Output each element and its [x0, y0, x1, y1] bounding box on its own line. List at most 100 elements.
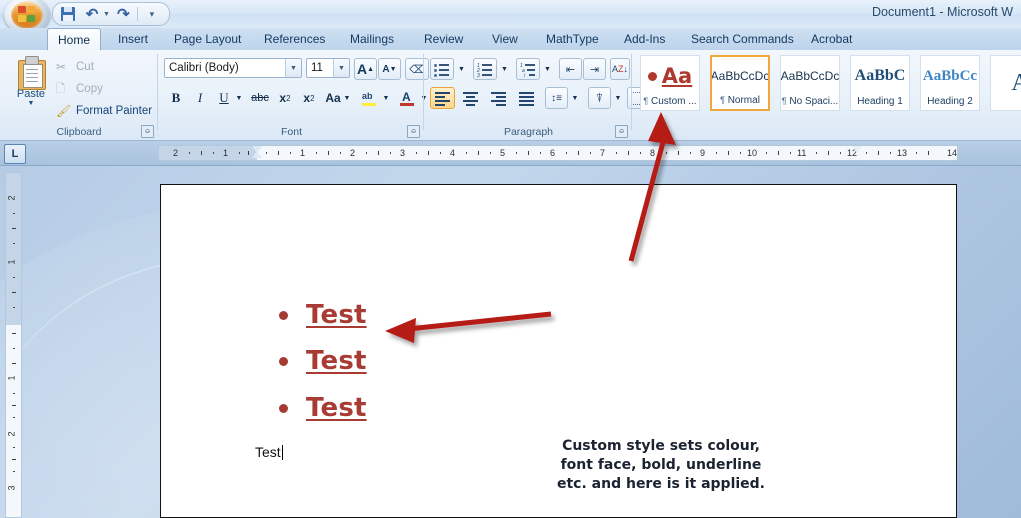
qat-divider [136, 7, 138, 21]
copy-label: Copy [76, 83, 103, 95]
align-center-icon [463, 92, 478, 106]
multilevel-list-icon: 1 a i [520, 63, 536, 79]
superscript-button[interactable]: x2 [298, 87, 320, 109]
copy-button[interactable]: 🗋 Copy [56, 80, 103, 98]
style-normal-label: ¶ Normal [720, 95, 760, 106]
ribbon: Paste ▼ ✂ Cut 🗋 Copy 🖌 Format Painter Cl… [0, 50, 1021, 141]
tab-mathtype[interactable]: MathType [536, 29, 609, 50]
plain-paragraph[interactable]: Test [255, 444, 284, 460]
highlight-dropdown-icon[interactable]: ▼ [380, 87, 392, 109]
hanging-indent-marker[interactable] [252, 151, 262, 158]
paragraph-dialog-launcher-icon[interactable]: ⎉ [615, 125, 628, 138]
font-size-dropdown-icon[interactable]: ▼ [333, 59, 349, 77]
style-heading-2-preview: AaBbCc [922, 67, 978, 84]
underline-button[interactable]: U [213, 87, 235, 109]
style-no-spacing-preview: AaBbCcDc [781, 69, 839, 83]
bullet-icon [279, 310, 288, 320]
horizontal-ruler[interactable]: 2 1 1 2 3 4 5 6 7 8 9 10 11 12 13 14 [158, 145, 958, 161]
save-icon[interactable] [57, 5, 79, 23]
style-custom[interactable]: Aa ¶ Custom ... [640, 55, 700, 111]
redo-icon[interactable]: ↶ [112, 5, 134, 23]
cut-button[interactable]: ✂ Cut [56, 58, 94, 76]
line-spacing-dropdown-icon[interactable]: ▼ [569, 87, 581, 109]
sort-button[interactable]: AZ↓ [610, 58, 630, 80]
paste-dropdown-icon[interactable]: ▼ [28, 100, 35, 107]
font-color-button[interactable]: A [396, 87, 418, 109]
format-painter-button[interactable]: 🖌 Format Painter [56, 102, 152, 120]
multilevel-dropdown-icon[interactable]: ▼ [541, 58, 554, 80]
group-paragraph: ▼ 1 2 3 ▼ 1 a i ▼ ⇤ ⇥ AZ↓ ↕≡ ▼ ⍒ ▼ Parag… [425, 50, 651, 140]
align-center-button[interactable] [458, 87, 483, 109]
paste-label: Paste [16, 88, 46, 100]
tab-mailings[interactable]: Mailings [340, 29, 404, 50]
font-size-input[interactable]: 11 ▼ [306, 58, 350, 78]
tab-acrobat[interactable]: Acrobat [801, 29, 862, 50]
align-left-button[interactable] [430, 87, 455, 109]
style-heading-2[interactable]: AaBbCc Heading 2 [920, 55, 980, 111]
right-indent-marker[interactable] [852, 146, 862, 153]
multilevel-list-button[interactable]: 1 a i [516, 58, 540, 80]
tab-view[interactable]: View [482, 29, 528, 50]
vertical-ruler[interactable]: 2 1 1 2 3 [5, 172, 22, 518]
decrease-indent-button[interactable]: ⇤ [559, 58, 582, 80]
shading-button[interactable]: ⍒ [588, 87, 611, 109]
justify-button[interactable] [514, 87, 539, 109]
bullets-button[interactable] [430, 58, 454, 80]
numbering-dropdown-icon[interactable]: ▼ [498, 58, 511, 80]
ruler-band: L 2 1 1 2 3 4 5 6 7 8 9 10 11 12 13 14 [0, 141, 1021, 166]
tab-home[interactable]: Home [47, 28, 102, 51]
align-right-button[interactable] [486, 87, 511, 109]
font-name-input[interactable]: Calibri (Body) ▼ [164, 58, 302, 78]
highlight-color-button[interactable]: ab [358, 87, 380, 109]
paste-button[interactable]: Paste ▼ [8, 54, 54, 116]
align-right-icon [491, 92, 506, 106]
bold-button[interactable]: B [165, 87, 187, 109]
font-group-label: Font [280, 126, 302, 138]
shading-dropdown-icon[interactable]: ▼ [612, 87, 624, 109]
word-window: ↶ ▼ ↶ ▾ Document1 - Microsoft W Home Ins… [0, 0, 1021, 518]
font-dialog-launcher-icon[interactable]: ⎉ [407, 125, 420, 138]
list-item[interactable]: Test [279, 346, 367, 376]
tab-addins[interactable]: Add-Ins [614, 29, 675, 50]
strikethrough-button[interactable]: abc [249, 87, 271, 109]
subscript-button[interactable]: x2 [274, 87, 296, 109]
tab-page-layout[interactable]: Page Layout [164, 29, 251, 50]
quick-access-toolbar: ↶ ▼ ↶ ▾ [52, 2, 170, 26]
shrink-font-button[interactable]: A ▼ [378, 58, 401, 80]
bullets-dropdown-icon[interactable]: ▼ [455, 58, 468, 80]
cut-label: Cut [76, 61, 94, 73]
style-next-preview: A [991, 56, 1021, 110]
line-spacing-button[interactable]: ↕≡ [545, 87, 568, 109]
paintbrush-icon: 🖌 [56, 103, 72, 118]
grow-font-button[interactable]: A ▲ [354, 58, 377, 80]
italic-button[interactable]: I [189, 87, 211, 109]
tab-insert[interactable]: Insert [108, 29, 158, 50]
tab-references[interactable]: References [254, 29, 335, 50]
bullet-icon [279, 403, 288, 413]
list-item[interactable]: Test [279, 393, 367, 423]
numbered-list-icon: 1 2 3 [477, 63, 493, 79]
customize-qat-icon[interactable]: ▾ [141, 5, 163, 23]
style-heading-1[interactable]: AaBbC Heading 1 [850, 55, 910, 111]
undo-icon[interactable]: ↶ [81, 5, 103, 23]
style-heading-1-label: Heading 1 [857, 96, 903, 107]
increase-indent-button[interactable]: ⇥ [583, 58, 606, 80]
style-normal-preview: AaBbCcDc [712, 69, 768, 83]
underline-dropdown-icon[interactable]: ▼ [233, 87, 245, 109]
copy-icon: 🗋 [56, 82, 65, 95]
tab-search-commands[interactable]: Search Commands [681, 29, 804, 50]
text-cursor [281, 445, 284, 460]
font-name-dropdown-icon[interactable]: ▼ [285, 59, 301, 77]
list-item[interactable]: Test [279, 300, 367, 330]
style-normal[interactable]: AaBbCcDc ¶ Normal [710, 55, 770, 111]
change-case-dropdown-icon[interactable]: ▼ [341, 87, 353, 109]
numbering-button[interactable]: 1 2 3 [473, 58, 497, 80]
italic-label: I [197, 90, 203, 105]
tab-review[interactable]: Review [414, 29, 473, 50]
undo-dropdown-icon[interactable]: ▼ [103, 11, 110, 18]
style-no-spacing[interactable]: AaBbCcDc ¶ No Spaci... [780, 55, 840, 111]
clipboard-dialog-launcher-icon[interactable]: ⎉ [141, 125, 154, 138]
style-next-partial[interactable]: A [990, 55, 1021, 111]
window-title: Document1 - Microsoft W [872, 5, 1014, 19]
tab-selector-button[interactable]: L [4, 144, 26, 164]
